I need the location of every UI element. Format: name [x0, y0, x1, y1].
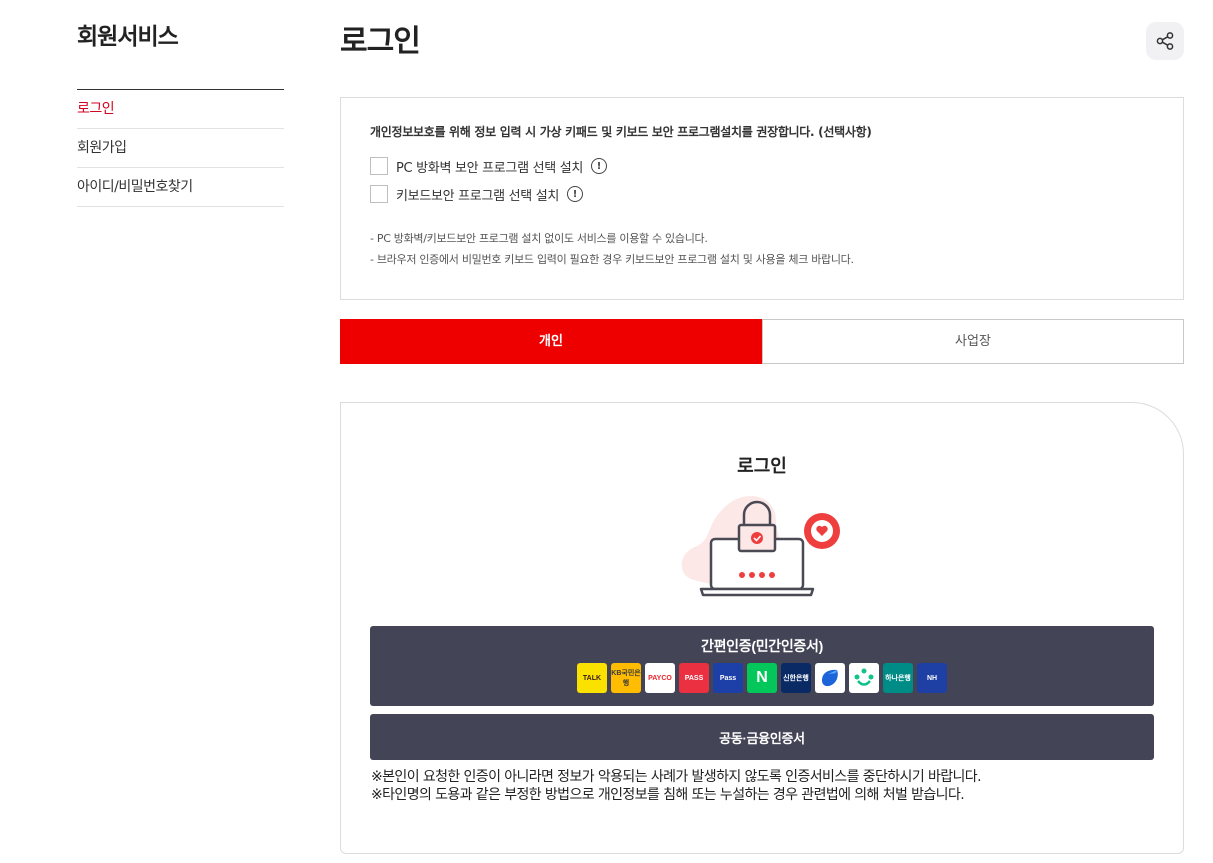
sidebar-item-login[interactable]: 로그인 [77, 90, 284, 129]
laptop-lock-illustration [681, 496, 840, 597]
easy-auth-button[interactable]: 간편인증(민간인증서) TALK KB국민은행 PAYCO PASS Pass N 신한은행… [370, 626, 1154, 706]
firewall-label[interactable]: PC 방화벽 보안 프로그램 선택 설치 [396, 157, 583, 176]
user-type-tabs: 개인 사업장 [340, 319, 1184, 364]
auth-warnings: ※본인이 요청한 인증이 아니라면 정보가 악용되는 사례가 발생하지 않도록 … [371, 768, 982, 804]
option-firewall: PC 방화벽 보안 프로그램 선택 설치 ! [370, 156, 1154, 176]
nh-icon[interactable]: NH [917, 663, 947, 693]
sidebar-item-signup[interactable]: 회원가입 [77, 129, 284, 168]
easy-auth-label: 간편인증(민간인증서) [701, 638, 823, 654]
security-notice: 개인정보보호를 위해 정보 입력 시 가상 키패드 및 키보드 보안 프로그램설… [340, 97, 1184, 300]
tab-personal[interactable]: 개인 [340, 319, 762, 364]
kb-icon[interactable]: KB국민은행 [611, 663, 641, 693]
samsung-pass-icon[interactable]: Pass [713, 663, 743, 693]
notice-note: - PC 방화벽/키보드보안 프로그램 설치 없이도 서비스를 이용할 수 있습… [370, 232, 708, 245]
sidebar-title: 회원서비스 [77, 24, 179, 50]
cert-provider-icons: TALK KB국민은행 PAYCO PASS Pass N 신한은행 하나은행 NH [577, 663, 947, 693]
payco-icon[interactable]: PAYCO [645, 663, 675, 693]
notice-notes: - PC 방화벽/키보드보안 프로그램 설치 없이도 서비스를 이용할 수 있습… [370, 228, 1154, 270]
option-keyboard-security: 키보드보안 프로그램 선택 설치 ! [370, 184, 1154, 204]
toss-icon[interactable] [815, 663, 845, 693]
notice-heading: 개인정보보호를 위해 정보 입력 시 가상 키패드 및 키보드 보안 프로그램설… [370, 125, 872, 139]
login-card: 로그인 간편인증(민간인증서) TALK KB국민은행 PAYCO PASS Pass N… [340, 402, 1184, 854]
share-icon [1156, 32, 1174, 50]
naver-icon[interactable]: N [747, 663, 777, 693]
sidebar-item-find-id-password[interactable]: 아이디/비밀번호찾기 [77, 168, 284, 207]
info-icon[interactable]: ! [591, 158, 608, 174]
shinhan-icon[interactable]: 신한은행 [781, 663, 811, 693]
kakao-icon[interactable]: TALK [577, 663, 607, 693]
login-title: 로그인 [737, 456, 787, 477]
keyboard-security-label[interactable]: 키보드보안 프로그램 선택 설치 [396, 185, 559, 204]
tab-business[interactable]: 사업장 [762, 319, 1184, 364]
warning-text: ※본인이 요청한 인증이 아니라면 정보가 악용되는 사례가 발생하지 않도록 … [371, 769, 982, 785]
sidebar: 회원서비스 로그인 회원가입 아이디/비밀번호찾기 [77, 22, 284, 207]
page-title: 로그인 [340, 24, 421, 59]
firewall-checkbox[interactable] [370, 157, 388, 175]
bank-salad-icon[interactable] [849, 663, 879, 693]
keyboard-security-checkbox[interactable] [370, 185, 388, 203]
warning-text: ※타인명의 도용과 같은 부정한 방법으로 개인정보를 침해 또는 누설하는 경… [371, 787, 965, 803]
share-button[interactable] [1146, 22, 1184, 60]
notice-note: - 브라우저 인증에서 비밀번호 키보드 입력이 필요한 경우 키보드보안 프로… [370, 253, 854, 266]
pass-icon[interactable]: PASS [679, 663, 709, 693]
info-icon[interactable]: ! [567, 186, 584, 202]
joint-cert-button[interactable]: 공동·금융인증서 [370, 714, 1154, 760]
hana-icon[interactable]: 하나은행 [883, 663, 913, 693]
